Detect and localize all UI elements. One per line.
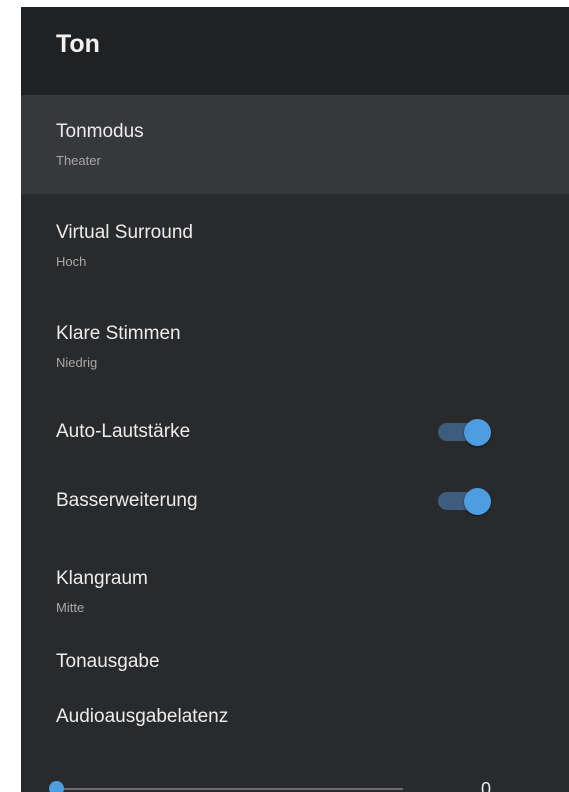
setting-item-title: Auto-Lautstärke: [56, 421, 191, 442]
setting-item-title: Klare Stimmen: [56, 323, 181, 344]
setting-item-tonausgabe[interactable]: Tonausgabe: [21, 641, 569, 705]
setting-item-basserweiterung[interactable]: Basserweiterung: [21, 471, 569, 539]
setting-item-title: Tonausgabe: [56, 651, 160, 672]
setting-item-title: Basserweiterung: [56, 490, 198, 511]
setting-item-tonmodus[interactable]: Tonmodus Theater: [21, 95, 569, 194]
basserweiterung-toggle[interactable]: [438, 488, 492, 515]
slider-value: 0: [481, 779, 492, 792]
setting-item-value: Hoch: [56, 254, 87, 269]
toggle-knob: [464, 419, 491, 446]
setting-item-klare-stimmen[interactable]: Klare Stimmen Niedrig: [21, 294, 569, 390]
slider-track: [55, 788, 403, 790]
panel-header: Ton: [21, 7, 569, 95]
toggle-knob: [464, 488, 491, 515]
auto-lautstaerke-toggle[interactable]: [438, 419, 492, 446]
setting-item-title: Audioausgabelatenz: [56, 706, 229, 727]
setting-item-title: Tonmodus: [56, 121, 144, 142]
setting-item-auto-lautstaerke[interactable]: Auto-Lautstärke: [21, 390, 569, 471]
setting-item-klangraum[interactable]: Klangraum Mitte: [21, 539, 569, 641]
page-title: Ton: [56, 30, 100, 58]
setting-item-value: Theater: [56, 153, 101, 168]
setting-item-value: Niedrig: [56, 355, 98, 370]
slider-thumb[interactable]: [49, 781, 64, 792]
setting-item-value: Mitte: [56, 600, 85, 615]
setting-item-title: Klangraum: [56, 568, 148, 589]
setting-item-audioausgabelatenz[interactable]: Audioausgabelatenz: [21, 705, 569, 765]
audioausgabelatenz-slider[interactable]: [49, 781, 409, 792]
setting-item-title: Virtual Surround: [56, 222, 193, 243]
sound-settings-panel: Ton Tonmodus Theater Virtual Surround Ho…: [21, 7, 569, 792]
setting-item-virtual-surround[interactable]: Virtual Surround Hoch: [21, 194, 569, 294]
